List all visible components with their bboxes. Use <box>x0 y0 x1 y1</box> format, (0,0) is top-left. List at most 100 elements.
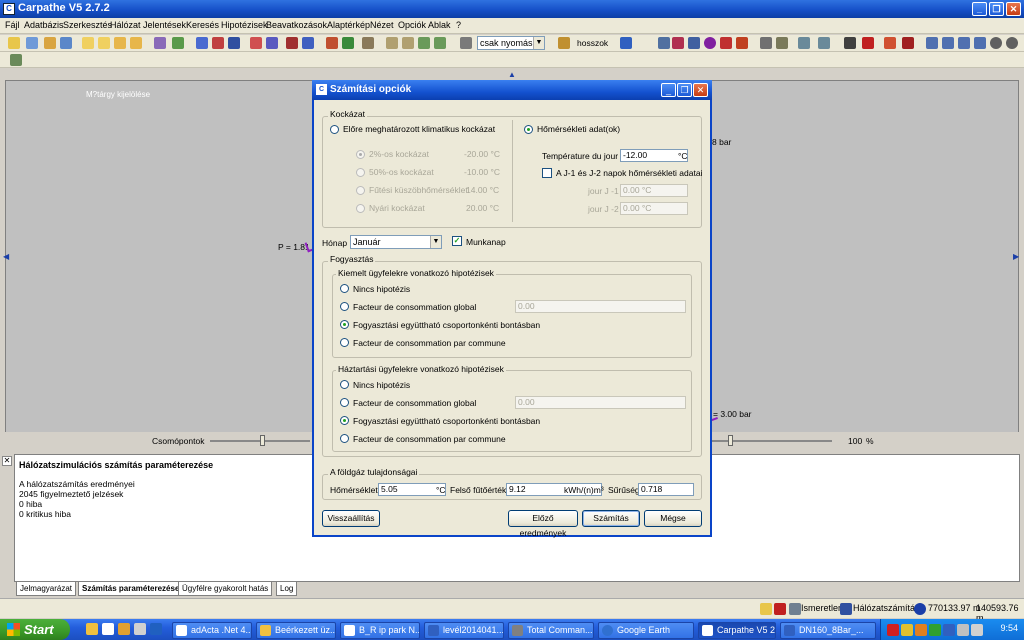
quicklaunch-icon[interactable] <box>102 623 114 635</box>
tool6-icon[interactable] <box>736 37 748 49</box>
quicklaunch-icon[interactable] <box>118 623 130 635</box>
maximize-button[interactable]: ❐ <box>989 2 1004 16</box>
menu-search[interactable]: Keresés <box>186 20 219 30</box>
zoom-prev-icon[interactable] <box>974 37 986 49</box>
menu-file[interactable]: Fájl <box>5 20 20 30</box>
stop-icon[interactable] <box>902 37 914 49</box>
task-adacta[interactable]: adActa .Net 4.... <box>172 622 252 639</box>
pipe-icon[interactable] <box>196 37 208 49</box>
menu-options[interactable]: Opciók <box>398 20 426 30</box>
heating-threshold-radio[interactable] <box>356 186 365 195</box>
scroll-right-icon[interactable]: ▶ <box>1013 252 1019 261</box>
tool4-icon[interactable] <box>704 37 716 49</box>
quicklaunch-icon[interactable] <box>150 623 162 635</box>
month-select[interactable]: Január ▼ <box>350 235 442 249</box>
task-google-earth[interactable]: Google Earth <box>598 622 694 639</box>
menu-reports[interactable]: Jelentések <box>143 20 186 30</box>
report-icon[interactable] <box>342 37 354 49</box>
tab-customer-impact[interactable]: Ügyfélre gyakorolt hatás <box>178 582 273 596</box>
menu-network[interactable]: Hálózat <box>110 20 141 30</box>
zoom-fit-icon[interactable] <box>958 37 970 49</box>
task-dn160[interactable]: DN160_8Bar_... <box>780 622 876 639</box>
scroll-up-icon[interactable]: ▲ <box>508 70 516 79</box>
predefined-risk-radio[interactable] <box>330 125 339 134</box>
task-total-commander[interactable]: Total Comman... <box>508 622 594 639</box>
table-icon[interactable] <box>286 37 298 49</box>
volume-icon[interactable] <box>971 624 983 636</box>
featured-no-hypothesis-radio[interactable] <box>340 284 349 293</box>
filter-select[interactable]: csak nyomás ▼ <box>477 36 545 50</box>
measure-icon[interactable] <box>558 37 570 49</box>
key-icon[interactable] <box>760 37 772 49</box>
scroll-left-icon[interactable]: ◀ <box>3 252 9 261</box>
layer4-icon[interactable] <box>130 37 142 49</box>
density-input[interactable]: 0.718 <box>638 483 694 496</box>
analysis-icon[interactable] <box>326 37 338 49</box>
household-global-radio[interactable] <box>340 398 349 407</box>
dialog-close-button[interactable]: ✕ <box>693 83 708 97</box>
household-group-coef-radio[interactable] <box>340 416 349 425</box>
tab-legend[interactable]: Jelmagyarázat <box>16 582 77 596</box>
grid-icon[interactable] <box>266 37 278 49</box>
pointer-icon[interactable] <box>844 37 856 49</box>
pan-icon[interactable] <box>990 37 1002 49</box>
tray-icon[interactable] <box>943 624 955 636</box>
task-inbox[interactable]: Beérkezett üz... <box>256 622 336 639</box>
task-letter[interactable]: levél2014041... <box>424 622 504 639</box>
tool3-icon[interactable] <box>688 37 700 49</box>
menu-window[interactable]: Ablak <box>428 20 451 30</box>
wand-icon[interactable] <box>884 37 896 49</box>
view2-icon[interactable] <box>402 37 414 49</box>
risk-50pct-radio[interactable] <box>356 168 365 177</box>
new-icon[interactable] <box>8 37 20 49</box>
dialog-maximize-button[interactable]: ❐ <box>677 83 692 97</box>
day-j2-input[interactable]: 0.00 °C <box>620 202 688 215</box>
save-icon[interactable] <box>44 37 56 49</box>
household-no-hypothesis-radio[interactable] <box>340 380 349 389</box>
dialog-minimize-button[interactable]: _ <box>661 83 676 97</box>
temperature-data-radio[interactable] <box>524 125 533 134</box>
risk-2pct-radio[interactable] <box>356 150 365 159</box>
draw-icon[interactable] <box>172 37 184 49</box>
layer2-icon[interactable] <box>98 37 110 49</box>
menu-database[interactable]: Adatbázis <box>24 20 64 30</box>
node-icon[interactable] <box>250 37 262 49</box>
chart-icon[interactable] <box>302 37 314 49</box>
cancel-button[interactable]: Mégse <box>644 510 702 527</box>
tab-log[interactable]: Log <box>276 582 298 596</box>
tab-calc-params[interactable]: Számítás paraméterezése <box>78 582 184 596</box>
tray-icon[interactable] <box>929 624 941 636</box>
featured-global-input[interactable]: 0.00 <box>515 300 686 313</box>
day-j1-input[interactable]: 0.00 °C <box>620 184 688 197</box>
menu-hypotheses[interactable]: Hipotézisek <box>221 20 268 30</box>
tray-icon[interactable] <box>957 624 969 636</box>
nodes-slider-thumb[interactable] <box>260 435 265 446</box>
tray-icon[interactable] <box>887 624 899 636</box>
clear-selection-icon[interactable] <box>10 54 22 66</box>
tool5-icon[interactable] <box>720 37 732 49</box>
print-icon[interactable] <box>60 37 72 49</box>
edit-icon[interactable] <box>154 37 166 49</box>
close-panel-icon[interactable]: ✕ <box>2 456 12 466</box>
tool1-icon[interactable] <box>658 37 670 49</box>
menu-edit[interactable]: Szerkesztés <box>63 20 112 30</box>
valve-icon[interactable] <box>212 37 224 49</box>
zoom-slider-thumb[interactable] <box>728 435 733 446</box>
length-select[interactable]: hosszok <box>577 38 608 48</box>
zoom-out-icon[interactable] <box>942 37 954 49</box>
open-icon[interactable] <box>26 37 38 49</box>
zoom-area-icon[interactable] <box>798 37 810 49</box>
workday-checkbox[interactable]: ✓ <box>452 236 462 246</box>
reset-button[interactable]: Visszaállítás <box>322 510 380 527</box>
zoom-window-icon[interactable] <box>818 37 830 49</box>
start-button[interactable]: Start <box>0 619 70 640</box>
refresh-icon[interactable] <box>1006 37 1018 49</box>
previous-results-button[interactable]: Előző eredmények <box>508 510 578 538</box>
minimize-button[interactable]: _ <box>972 2 987 16</box>
tray-icon[interactable] <box>901 624 913 636</box>
tool2-icon[interactable] <box>672 37 684 49</box>
featured-commune-radio[interactable] <box>340 338 349 347</box>
quicklaunch-icon[interactable] <box>134 623 146 635</box>
household-global-input[interactable]: 0.00 <box>515 396 686 409</box>
quicklaunch-icon[interactable] <box>86 623 98 635</box>
